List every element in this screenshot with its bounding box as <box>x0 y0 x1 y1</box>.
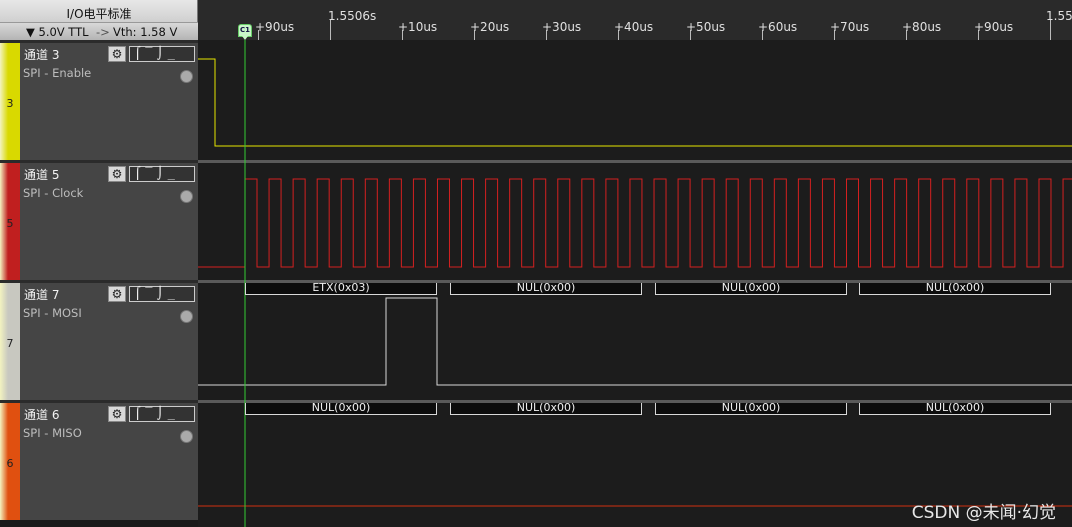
ruler-label: +20us <box>470 20 510 34</box>
channel-description: SPI - Clock <box>23 186 84 200</box>
decoded-byte[interactable]: NUL(0x00) <box>859 402 1051 415</box>
trigger-edges-icon[interactable]: ⌠‾⌡_ <box>129 46 195 62</box>
decoded-byte[interactable]: NUL(0x00) <box>245 402 437 415</box>
ruler-label: +50us <box>686 20 726 34</box>
decoded-byte[interactable]: NUL(0x00) <box>450 402 642 415</box>
ruler-label: +80us <box>902 20 942 34</box>
ruler-label: +90us <box>255 20 295 34</box>
io-level-title: I/O电平标准 <box>66 7 132 21</box>
channel-name[interactable]: 通道 5 <box>24 166 59 183</box>
time-ruler[interactable]: 1.5506s 1.55 +90us +10us +20us +30us +40us +… <box>198 0 1072 40</box>
decoded-byte[interactable]: NUL(0x00) <box>859 282 1051 295</box>
decoded-byte[interactable]: NUL(0x00) <box>655 402 847 415</box>
channel-number: 7 <box>6 337 14 350</box>
channel-status-dot[interactable] <box>180 70 193 83</box>
ruler-label: +30us <box>542 20 582 34</box>
ruler-label: +60us <box>758 20 798 34</box>
trigger-edges-icon[interactable]: ⌠‾⌡_ <box>129 166 195 182</box>
gear-icon[interactable]: ⚙ <box>108 46 126 62</box>
trigger-edges-icon[interactable]: ⌠‾⌡_ <box>129 406 195 422</box>
channel-description: SPI - MISO <box>23 426 82 440</box>
channel-status-dot[interactable] <box>180 190 193 203</box>
channel-number: 5 <box>6 217 14 230</box>
decoded-byte[interactable]: ETX(0x03) <box>245 282 437 295</box>
channel-panel[interactable]: 3 通道 3 SPI - Enable ⚙ ⌠‾⌡_ <box>0 40 198 160</box>
ruler-label: +90us <box>974 20 1014 34</box>
channel-description: SPI - MOSI <box>23 306 82 320</box>
minor-tick <box>258 30 259 40</box>
channel-status-dot[interactable] <box>180 310 193 323</box>
voltage-level[interactable]: ▼ 5.0V TTL <box>26 25 89 39</box>
io-level-selector[interactable]: ▼ 5.0V TTL -> Vth: 1.58 V <box>0 22 198 40</box>
channel-description: SPI - Enable <box>23 66 92 80</box>
ruler-label: +70us <box>830 20 870 34</box>
major-tick <box>1050 20 1051 40</box>
channel-panel[interactable]: 7 通道 7 SPI - MOSI ⚙ ⌠‾⌡_ <box>0 280 198 400</box>
ruler-label: +10us <box>398 20 438 34</box>
arrow-text: -> <box>96 25 110 39</box>
channel-panel[interactable]: 5 通道 5 SPI - Clock ⚙ ⌠‾⌡_ <box>0 160 198 280</box>
channel-number: 3 <box>6 97 14 110</box>
channel-name[interactable]: 通道 3 <box>24 46 59 63</box>
cursor-c1-marker[interactable]: C1 <box>238 24 252 40</box>
ruler-label: +40us <box>614 20 654 34</box>
gear-icon[interactable]: ⚙ <box>108 286 126 302</box>
gear-icon[interactable]: ⚙ <box>108 406 126 422</box>
ruler-major-label: 1.5506s <box>328 9 377 23</box>
decoded-byte[interactable]: NUL(0x00) <box>450 282 642 295</box>
channel-status-dot[interactable] <box>180 430 193 443</box>
io-level-header: I/O电平标准 ▼ 5.0V TTL -> Vth: 1.58 V <box>0 0 198 40</box>
channel-name[interactable]: 通道 7 <box>24 286 59 303</box>
threshold-voltage: Vth: 1.58 V <box>113 25 178 39</box>
gear-icon[interactable]: ⚙ <box>108 166 126 182</box>
major-tick <box>330 20 331 40</box>
decoded-byte[interactable]: NUL(0x00) <box>655 282 847 295</box>
channel-name[interactable]: 通道 6 <box>24 406 59 423</box>
channel-separator <box>198 160 1072 163</box>
channel-number: 6 <box>6 457 14 470</box>
watermark: CSDN @未闻·幻觉 <box>911 503 1056 523</box>
channel-panel[interactable]: 6 通道 6 SPI - MISO ⚙ ⌠‾⌡_ <box>0 400 198 520</box>
trigger-edges-icon[interactable]: ⌠‾⌡_ <box>129 286 195 302</box>
